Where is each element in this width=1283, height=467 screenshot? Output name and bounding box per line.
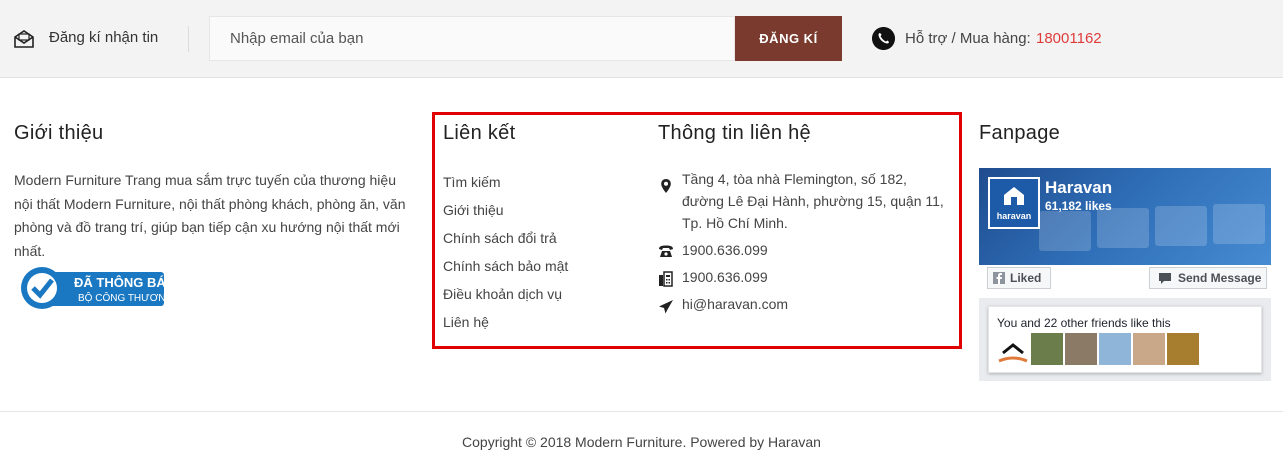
support-phone-link[interactable]: 18001162 (1036, 30, 1102, 47)
paper-plane-icon (659, 300, 673, 314)
friends-like-text: You and 22 other friends like this (997, 316, 1171, 330)
phone-icon (872, 27, 895, 50)
cover-tile (1039, 211, 1091, 251)
cover-tile (1155, 206, 1207, 246)
friend-avatar[interactable] (1031, 333, 1063, 365)
email-link[interactable]: hi@haravan.com (682, 293, 788, 315)
footer-link-privacy-policy[interactable]: Chính sách bảo mật (443, 258, 568, 274)
liked-button[interactable]: Liked (987, 267, 1051, 289)
friend-avatar[interactable] (1065, 333, 1097, 365)
friend-avatar[interactable] (997, 333, 1029, 365)
cover-tile (1097, 208, 1149, 248)
message-icon (1159, 273, 1171, 284)
fax-icon (659, 271, 673, 287)
mail-subscribe-icon (14, 30, 34, 48)
badge-line2: BỘ CÔNG THƯƠNG (78, 293, 174, 304)
footer-link-return-policy[interactable]: Chính sách đổi trả (443, 230, 557, 246)
contact-title: Thông tin liên hệ (658, 122, 811, 144)
friend-avatar[interactable] (1133, 333, 1165, 365)
phone-number[interactable]: 1900.636.099 (682, 239, 768, 261)
footer-link-search[interactable]: Tìm kiếm (443, 174, 501, 190)
facebook-icon (993, 272, 1005, 284)
support-label: Hỗ trợ / Mua hàng: (905, 30, 1031, 47)
subscribe-button[interactable]: ĐĂNG KÍ (735, 16, 842, 61)
map-pin-icon (661, 179, 671, 193)
friend-avatar[interactable] (1167, 333, 1199, 365)
telephone-icon (659, 245, 673, 257)
facebook-page-likes: 61,182 likes (1045, 199, 1112, 213)
cover-tile (1213, 204, 1265, 244)
address-line-3: Tp. Hồ Chí Minh. (682, 215, 788, 231)
email-input[interactable] (209, 16, 735, 61)
haravan-logo-icon (1004, 187, 1024, 205)
copyright-text: Copyright © 2018 Modern Furniture. Power… (462, 434, 821, 450)
footer-link-about[interactable]: Giới thiệu (443, 202, 504, 218)
footer-divider (0, 411, 1283, 412)
haravan-avatar-icon (998, 343, 1028, 363)
divider (188, 26, 189, 52)
address-line-1: Tầng 4, tòa nhà Flemington, số 182, (682, 171, 907, 187)
badge-line1: ĐÃ THÔNG BÁO (74, 275, 176, 290)
send-message-label: Send Message (1178, 271, 1262, 285)
footer-link-contact[interactable]: Liên hệ (443, 314, 489, 330)
fax-number: 1900.636.099 (682, 269, 768, 285)
intro-text: Modern Furniture Trang mua sắm trực tuyế… (14, 172, 406, 259)
facebook-page-cover[interactable]: haravan Haravan 61,182 likes Liked Send … (979, 168, 1271, 293)
newsletter-bar: Đăng kí nhận tin ĐĂNG KÍ Hỗ trợ / Mua hà… (0, 0, 1283, 78)
liked-label: Liked (1010, 271, 1042, 285)
fanpage-title: Fanpage (979, 122, 1061, 144)
facebook-page-name[interactable]: Haravan (1045, 178, 1112, 198)
newsletter-label: Đăng kí nhận tin (49, 29, 159, 46)
facebook-friends-box: You and 22 other friends like this (988, 306, 1262, 373)
send-message-button[interactable]: Send Message (1149, 267, 1267, 289)
intro-title: Giới thiệu (14, 122, 104, 144)
links-title: Liên kết (443, 122, 516, 144)
address-line-2: đường Lê Đại Hành, phường 15, quận 11, (682, 193, 944, 209)
haravan-logo[interactable]: haravan (988, 177, 1040, 229)
footer-link-terms[interactable]: Điều khoản dịch vụ (443, 286, 562, 302)
logo-text: haravan (996, 211, 1032, 221)
friend-avatar[interactable] (1099, 333, 1131, 365)
